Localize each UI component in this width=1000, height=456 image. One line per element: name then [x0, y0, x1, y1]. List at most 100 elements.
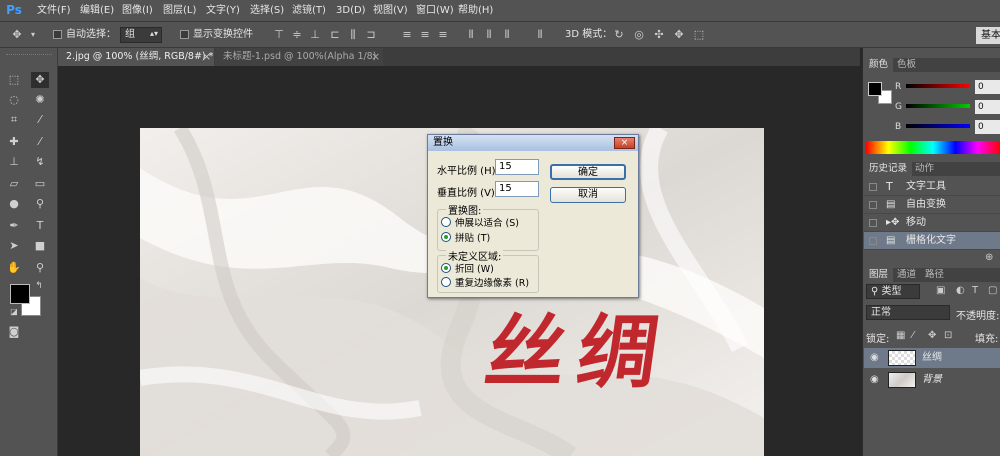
menu-layer[interactable]: 图层(L) — [163, 0, 196, 22]
move-tool-preset-icon[interactable]: ✥ — [10, 28, 24, 41]
lasso-tool-icon[interactable]: ◌ — [5, 92, 23, 108]
brush-tool-icon[interactable]: ⁄ — [31, 134, 49, 150]
tab-layers[interactable]: 图层 — [864, 268, 894, 282]
eyedropper-icon[interactable]: ⁄ — [31, 112, 49, 128]
red-value-input[interactable]: 0 — [975, 80, 1000, 94]
history-item-selected[interactable]: ▤ 栅格化文字 — [864, 232, 1000, 250]
filter-adjustment-icon[interactable]: ◐ — [956, 285, 965, 296]
close-icon[interactable]: × — [614, 137, 635, 149]
menu-3d[interactable]: 3D(D) — [336, 0, 366, 22]
align-top-icon[interactable]: ⊤ — [272, 28, 286, 41]
ok-button[interactable]: 确定 — [550, 164, 626, 180]
auto-select-checkbox[interactable] — [53, 30, 62, 39]
auto-align-icon[interactable]: ⫴ — [533, 28, 547, 41]
stamp-tool-icon[interactable]: ⊥ — [5, 154, 23, 170]
menu-type[interactable]: 文字(Y) — [206, 0, 240, 22]
tab-paths[interactable]: 路径 — [920, 268, 949, 282]
align-vcenter-icon[interactable]: ≑ — [290, 28, 304, 41]
menu-help[interactable]: 帮助(H) — [458, 0, 493, 22]
type-tool-icon[interactable]: T — [31, 218, 49, 234]
tab-active-doc[interactable]: 2.jpg @ 100% (丝绸, RGB/8#) * — [58, 48, 214, 66]
tile-radio[interactable] — [441, 232, 451, 242]
3d-scale-icon[interactable]: ⬚ — [692, 28, 706, 41]
blend-mode-dropdown[interactable]: 正常 — [866, 305, 950, 320]
history-item[interactable]: ▸✥ 移动 — [864, 214, 1000, 232]
foreground-color-swatch[interactable] — [868, 82, 882, 96]
marquee-tool-icon[interactable]: ⬚ — [5, 72, 23, 88]
cancel-button[interactable]: 取消 — [550, 187, 626, 203]
stretch-to-fit-radio[interactable] — [441, 217, 451, 227]
menu-filter[interactable]: 滤镜(T) — [292, 0, 326, 22]
layer-row-background[interactable]: ◉ 背景 — [864, 370, 1000, 390]
distribute-right-icon[interactable]: ⦀ — [500, 28, 514, 41]
red-slider[interactable] — [906, 84, 970, 88]
tab-swatches[interactable]: 色板 — [892, 58, 921, 72]
green-slider[interactable] — [906, 104, 970, 108]
lock-position-icon[interactable]: ✥ — [928, 330, 936, 341]
crop-tool-icon[interactable]: ⌗ — [5, 112, 23, 128]
align-right-icon[interactable]: ⊐ — [364, 28, 378, 41]
filter-pixel-icon[interactable]: ▣ — [936, 285, 945, 296]
repeat-edge-pixels-radio[interactable] — [441, 277, 451, 287]
tab-history[interactable]: 历史记录 — [864, 162, 913, 176]
tab-actions[interactable]: 动作 — [910, 162, 939, 176]
align-hcenter-icon[interactable]: ⫼ — [346, 28, 360, 41]
magic-wand-icon[interactable]: ✺ — [31, 92, 49, 108]
menu-window[interactable]: 窗口(W) — [416, 0, 454, 22]
quick-mask-icon[interactable]: ◙ — [5, 324, 23, 340]
distribute-top-icon[interactable]: ≡ — [400, 28, 414, 41]
foreground-color-swatch[interactable] — [10, 284, 30, 304]
align-left-icon[interactable]: ⊏ — [328, 28, 342, 41]
rectangle-tool-icon[interactable]: ■ — [31, 238, 49, 254]
color-spectrum-bar[interactable] — [866, 141, 1000, 154]
silk-text-layer[interactable]: 丝绸 — [479, 304, 676, 400]
vertical-scale-input[interactable]: 15 — [495, 181, 539, 197]
hand-tool-icon[interactable]: ✋ — [5, 260, 23, 276]
move-tool-icon[interactable]: ✥ — [31, 72, 49, 88]
history-brush-icon[interactable]: ↯ — [31, 154, 49, 170]
wrap-around-radio[interactable] — [441, 263, 451, 273]
3d-pan-icon[interactable]: ✣ — [652, 28, 666, 41]
path-select-icon[interactable]: ➤ — [5, 238, 23, 254]
default-colors-icon[interactable]: ◪ — [5, 304, 23, 320]
show-transform-checkbox[interactable] — [180, 30, 189, 39]
distribute-vcenter-icon[interactable]: ≡ — [418, 28, 432, 41]
healing-brush-icon[interactable]: ✚ — [5, 134, 23, 150]
eraser-tool-icon[interactable]: ▱ — [5, 176, 23, 192]
zoom-tool-icon[interactable]: ⚲ — [31, 260, 49, 276]
history-item[interactable]: T 文字工具 — [864, 178, 1000, 196]
distribute-bottom-icon[interactable]: ≡ — [436, 28, 450, 41]
swap-colors-icon[interactable]: ↰ — [30, 278, 48, 294]
tab-untitled-doc[interactable]: 未标题-1.psd @ 100%(Alpha 1/8) — [215, 48, 383, 66]
menu-select[interactable]: 选择(S) — [250, 0, 284, 22]
lock-image-icon[interactable]: ⁄ — [912, 330, 914, 341]
gradient-tool-icon[interactable]: ▭ — [31, 176, 49, 192]
layer-filter-kind-dropdown[interactable]: ⚲ 类型 — [866, 284, 920, 299]
history-item[interactable]: ▤ 自由变换 — [864, 196, 1000, 214]
3d-slide-icon[interactable]: ✥ — [672, 28, 686, 41]
blue-value-input[interactable]: 0 — [975, 120, 1000, 134]
blue-slider[interactable] — [906, 124, 970, 128]
3d-roll-icon[interactable]: ◎ — [632, 28, 646, 41]
menu-image[interactable]: 图像(I) — [122, 0, 153, 22]
tab-color[interactable]: 颜色 — [864, 58, 894, 72]
lock-all-icon[interactable]: ⊡ — [944, 330, 952, 341]
distribute-hcenter-icon[interactable]: ⦀ — [482, 28, 496, 41]
menu-view[interactable]: 视图(V) — [373, 0, 408, 22]
dodge-tool-icon[interactable]: ⚲ — [31, 196, 49, 212]
tab-channels[interactable]: 通道 — [892, 268, 921, 282]
lock-transparent-icon[interactable]: ▦ — [896, 330, 905, 341]
blur-tool-icon[interactable]: ● — [5, 196, 23, 212]
workspace-button[interactable]: 基本 — [976, 27, 1000, 44]
distribute-left-icon[interactable]: ⦀ — [464, 28, 478, 41]
green-value-input[interactable]: 0 — [975, 100, 1000, 114]
3d-rotate-icon[interactable]: ↻ — [612, 28, 626, 41]
layer-row-silk[interactable]: ◉ 丝绸 — [864, 348, 1000, 368]
visibility-eye-icon[interactable]: ◉ — [870, 370, 879, 390]
menu-file[interactable]: 文件(F) — [37, 0, 71, 22]
horizontal-scale-input[interactable]: 15 — [495, 159, 539, 175]
new-document-from-state-icon[interactable]: ⊕ — [985, 252, 993, 263]
close-icon[interactable]: × — [202, 50, 211, 63]
visibility-eye-icon[interactable]: ◉ — [870, 348, 879, 368]
align-bottom-icon[interactable]: ⊥ — [308, 28, 322, 41]
